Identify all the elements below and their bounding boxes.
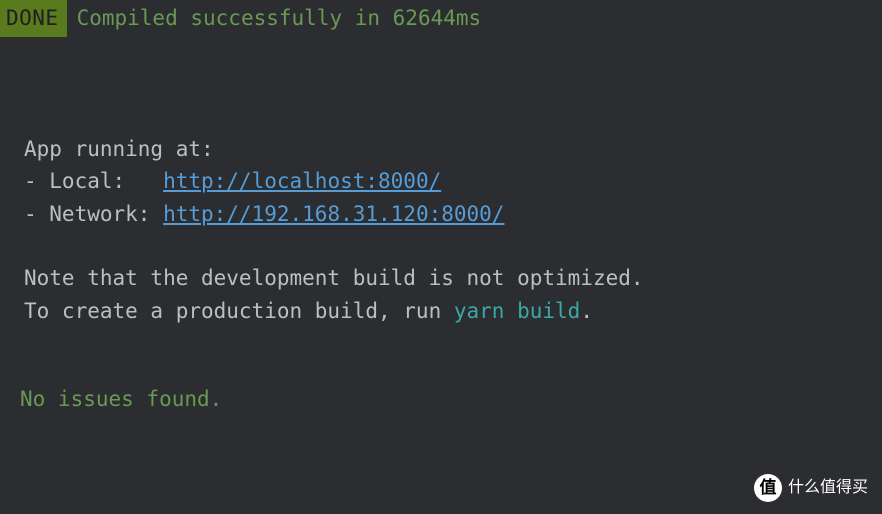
watermark-text: 什么值得买 [788, 476, 868, 501]
local-label: - Local: [24, 169, 163, 193]
network-url-link[interactable]: http://192.168.31.120:8000/ [163, 202, 504, 226]
watermark-icon: 值 [754, 474, 782, 502]
app-running-heading: App running at: [24, 133, 882, 166]
note-line-1: Note that the development build is not o… [24, 262, 882, 295]
network-line: - Network: http://192.168.31.120:8000/ [24, 198, 882, 231]
compile-message: Compiled successfully in 62644ms [77, 2, 482, 35]
no-issues-message: No issues found. [20, 383, 882, 416]
local-line: - Local: http://localhost:8000/ [24, 165, 882, 198]
watermark: 值 什么值得买 [754, 474, 868, 502]
status-line: DONE Compiled successfully in 62644ms [0, 0, 882, 37]
note-line-2: To create a production build, run yarn b… [24, 295, 882, 328]
terminal-output: DONE Compiled successfully in 62644ms Ap… [0, 0, 882, 416]
done-badge: DONE [0, 0, 67, 37]
terminal-content: App running at: - Local: http://localhos… [0, 133, 882, 416]
note-prefix: To create a production build, run [24, 299, 454, 323]
local-url-link[interactable]: http://localhost:8000/ [163, 169, 441, 193]
yarn-build-command: yarn build [454, 299, 580, 323]
note-suffix: . [580, 299, 593, 323]
network-label: - Network: [24, 202, 163, 226]
